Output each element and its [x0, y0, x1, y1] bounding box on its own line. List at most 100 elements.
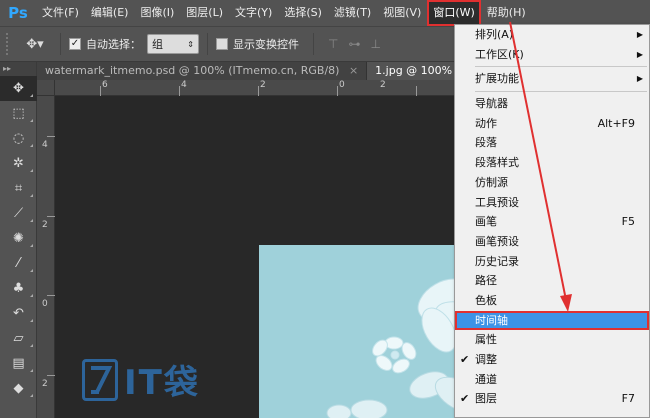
menu-item-label: 工具预设 [475, 195, 519, 209]
menu-edit[interactable]: 编辑(E) [85, 0, 135, 26]
vertical-ruler[interactable]: 4 2 0 2 [37, 96, 55, 418]
clone-stamp-tool-icon[interactable]: ♣ [0, 276, 37, 301]
menu-item-label: 色板 [475, 293, 497, 307]
auto-select-checkbox[interactable]: ✓ [69, 38, 81, 50]
menu-select[interactable]: 选择(S) [278, 0, 328, 26]
menu-item-navigator[interactable]: 导航器 [455, 94, 649, 114]
menu-item-actions[interactable]: 动作 Alt+F9 [455, 114, 649, 134]
menu-item-label: 图层 [475, 392, 497, 406]
ruler-label: 2 [42, 379, 48, 389]
blur-tool-icon[interactable]: ◆ [0, 376, 37, 401]
menu-item-label: 通道 [475, 372, 497, 386]
ruler-label: 2 [380, 80, 386, 90]
gradient-tool-icon[interactable]: ▤ [0, 351, 37, 376]
menu-item-shortcut: F5 [621, 215, 635, 229]
ruler-label: 0 [339, 80, 345, 90]
eyedropper-tool-icon[interactable]: ⟋ [0, 201, 37, 226]
menu-separator [475, 91, 647, 93]
menu-item-properties[interactable]: 属性 [455, 330, 649, 350]
menu-item-label: 仿制源 [475, 175, 508, 189]
ruler-label: 4 [42, 140, 48, 150]
show-transform-checkbox[interactable] [216, 38, 228, 50]
menu-item-paths[interactable]: 路径 [455, 271, 649, 291]
menu-item-arrange[interactable]: 排列(A) ▶ [455, 25, 649, 45]
divider [207, 33, 208, 55]
tab-label: watermark_itmemo.psd @ 100% (ITmemo.cn, … [45, 64, 340, 77]
ruler-tick [47, 136, 55, 137]
menu-item-paragraph-styles[interactable]: 段落样式 [455, 153, 649, 173]
divider [60, 33, 61, 55]
align-top-icon[interactable]: ⊤ [328, 37, 338, 51]
menu-item-adjustments[interactable]: ✔ 调整 [455, 350, 649, 370]
align-middle-icon[interactable]: ⊶ [348, 37, 360, 51]
menu-layer[interactable]: 图层(L) [180, 0, 229, 26]
menu-filter[interactable]: 滤镜(T) [328, 0, 377, 26]
tools-panel: ▸▸ ✥ ⬚ ◌ ✲ ⌗ ⟋ ✺ ⁄ ♣ ↶ ▱ ▤ ◆ [0, 62, 37, 418]
align-bottom-icon[interactable]: ⊥ [370, 37, 380, 51]
menu-window[interactable]: 窗口(W) [427, 0, 481, 26]
menu-item-history[interactable]: 历史记录 [455, 252, 649, 272]
marquee-tool-icon[interactable]: ⬚ [0, 101, 37, 126]
menu-item-timeline[interactable]: 时间轴 [455, 310, 649, 331]
menu-item-label: 导航器 [475, 97, 508, 111]
menu-item-label: 动作 [475, 116, 497, 130]
tab-watermark-psd[interactable]: watermark_itmemo.psd @ 100% (ITmemo.cn, … [37, 62, 368, 80]
brush-tool-icon[interactable]: ⁄ [0, 251, 37, 276]
options-grip[interactable] [6, 33, 10, 55]
ruler-tick [47, 295, 55, 296]
ruler-tick [337, 86, 338, 96]
show-transform-label: 显示变换控件 [233, 38, 299, 51]
eraser-tool-icon[interactable]: ▱ [0, 326, 37, 351]
tools-panel-header[interactable]: ▸▸ [0, 62, 36, 76]
menu-item-label: 段落样式 [475, 156, 519, 170]
menu-item-tool-presets[interactable]: 工具预设 [455, 193, 649, 213]
checkmark-icon: ✔ [460, 392, 470, 406]
menu-item-brush[interactable]: 画笔 F5 [455, 212, 649, 232]
menu-item-shortcut: F7 [621, 392, 635, 406]
crop-tool-icon[interactable]: ⌗ [0, 176, 37, 201]
watermark-logo-glyph [91, 365, 113, 394]
ruler-label: 0 [42, 299, 48, 309]
menu-image[interactable]: 图像(I) [134, 0, 180, 26]
menu-item-label: 排列(A) [475, 28, 514, 41]
menu-item-clone-source[interactable]: 仿制源 [455, 173, 649, 193]
move-tool-preset-icon[interactable]: ✥▾ [18, 32, 52, 56]
menu-item-label: 工作区(K) [475, 47, 524, 61]
history-brush-tool-icon[interactable]: ↶ [0, 301, 37, 326]
healing-brush-tool-icon[interactable]: ✺ [0, 226, 37, 251]
ruler-tick [179, 86, 180, 96]
ruler-label: 2 [42, 220, 48, 230]
submenu-arrow-icon: ▶ [636, 49, 643, 59]
menu-item-layers[interactable]: ✔ 图层 F7 [455, 389, 649, 409]
ruler-tick [47, 216, 55, 217]
menu-help[interactable]: 帮助(H) [481, 0, 532, 26]
menu-item-label: 扩展功能 [475, 72, 519, 86]
menu-view[interactable]: 视图(V) [377, 0, 427, 26]
menu-item-channels[interactable]: 通道 [455, 370, 649, 390]
photoshop-logo: Ps [8, 4, 28, 22]
watermark-logo-icon [82, 358, 118, 401]
menu-bar: Ps 文件(F) 编辑(E) 图像(I) 图层(L) 文字(Y) 选择(S) 滤… [0, 0, 650, 26]
menu-item-paragraph[interactable]: 段落 [455, 133, 649, 153]
magic-wand-tool-icon[interactable]: ✲ [0, 151, 37, 176]
close-icon[interactable]: × [349, 64, 358, 77]
menu-item-extensions[interactable]: 扩展功能 ▶ [455, 69, 649, 89]
menu-type[interactable]: 文字(Y) [229, 0, 278, 26]
move-tool-icon[interactable]: ✥ [0, 76, 37, 101]
submenu-arrow-icon: ▶ [636, 30, 643, 39]
ruler-corner [37, 80, 55, 96]
stepper-arrows-icon: ⇕ [187, 39, 194, 49]
watermark-overlay: IT袋 [82, 355, 200, 404]
menu-file[interactable]: 文件(F) [36, 0, 85, 26]
menu-item-shortcut: Alt+F9 [597, 116, 635, 130]
menu-item-swatches[interactable]: 色板 [455, 291, 649, 311]
ruler-tick [47, 375, 55, 376]
lasso-tool-icon[interactable]: ◌ [0, 126, 37, 151]
align-icons: ⊤ ⊶ ⊥ [328, 37, 381, 51]
menu-item-brush-presets[interactable]: 画笔预设 [455, 232, 649, 252]
ruler-tick [416, 86, 417, 96]
auto-select-target-dropdown[interactable]: 组 ⇕ [147, 34, 199, 54]
menu-item-workspace[interactable]: 工作区(K) ▶ [455, 45, 649, 65]
divider [313, 33, 314, 55]
ruler-tick [100, 86, 101, 96]
